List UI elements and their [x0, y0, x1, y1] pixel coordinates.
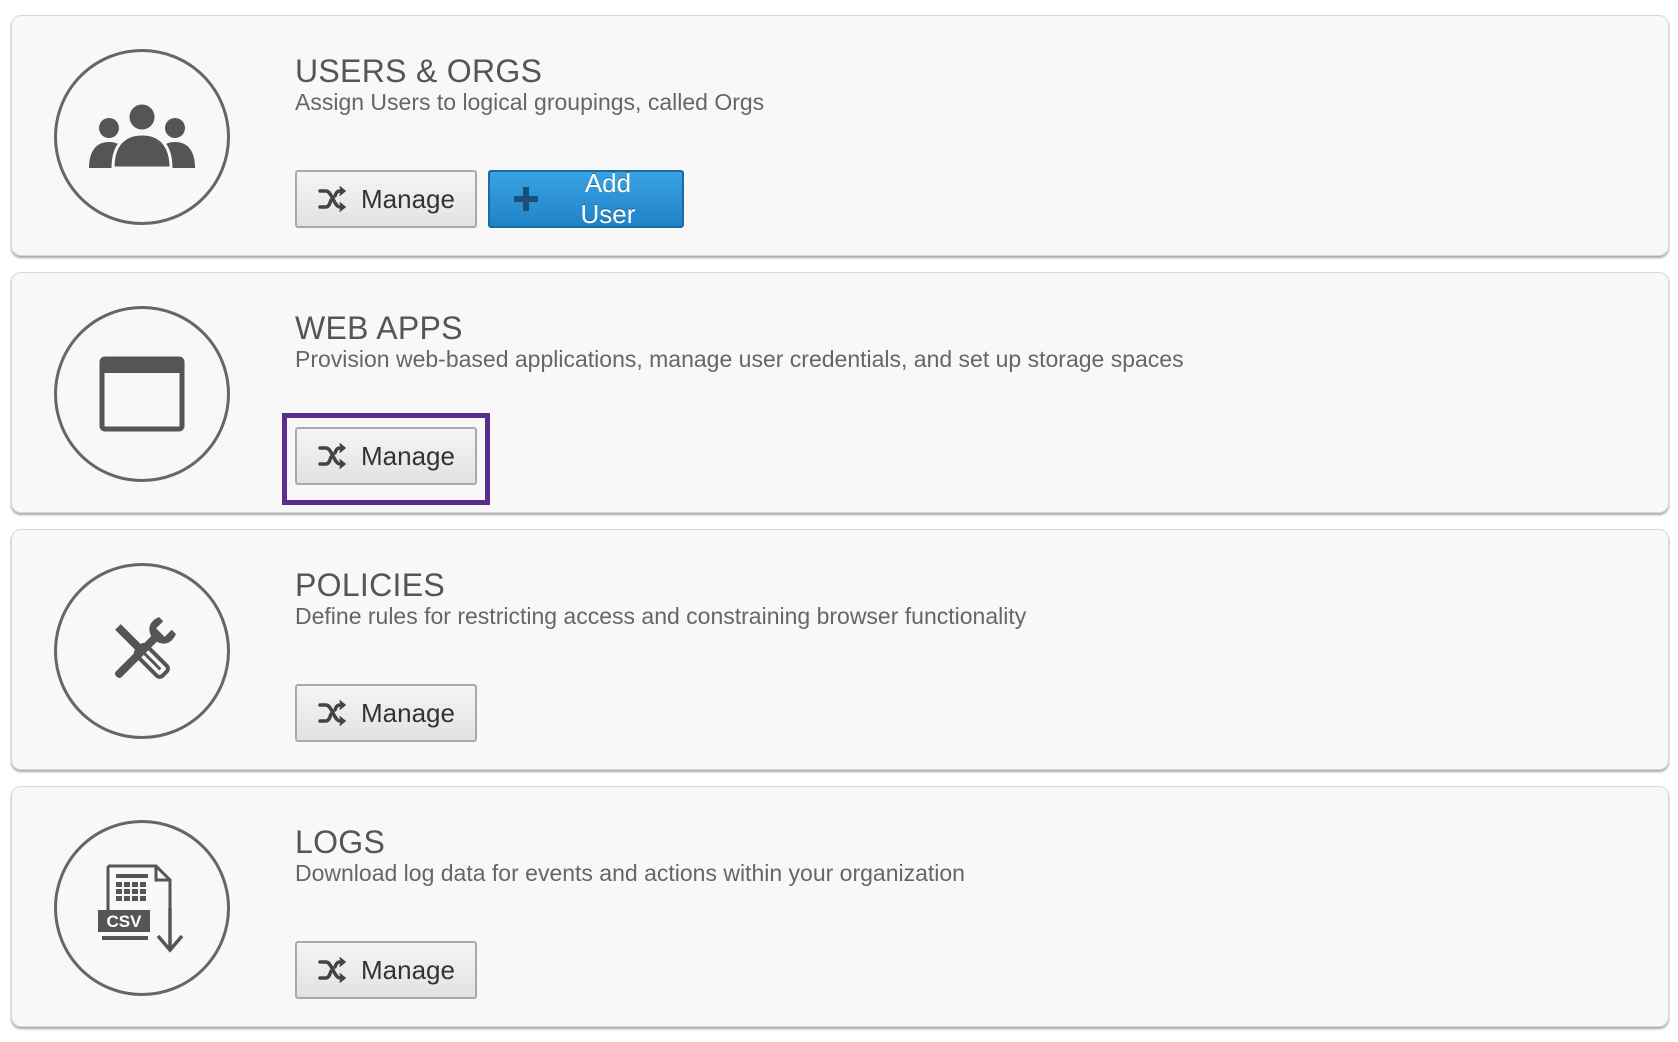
section-title: LOGS [295, 824, 386, 860]
manage-policies-button[interactable]: Manage [295, 684, 477, 742]
section-description: Assign Users to logical groupings, calle… [295, 89, 765, 115]
manage-logs-button[interactable]: Manage [295, 941, 477, 999]
section-actions: Manage [295, 427, 477, 485]
manage-label: Manage [361, 183, 455, 214]
section-title: USERS & ORGS [295, 53, 543, 89]
section-actions: Manage [295, 684, 477, 742]
section-web-apps: WEB APPS Provision web-based application… [11, 272, 1669, 513]
section-description: Download log data for events and actions… [295, 860, 965, 886]
browser-window-icon [54, 306, 230, 482]
shuffle-icon [317, 183, 349, 215]
add-user-label: Add User [580, 168, 636, 229]
section-actions: Manage [295, 941, 477, 999]
manage-label: Manage [361, 440, 455, 471]
manage-users-button[interactable]: Manage [295, 170, 477, 228]
section-policies: POLICIES Define rules for restricting ac… [11, 529, 1669, 770]
section-actions: Manage Add User [295, 168, 684, 229]
manage-web-apps-button[interactable]: Manage [295, 427, 477, 485]
csv-icon-text: CSV [107, 912, 143, 931]
plus-icon [510, 183, 542, 215]
shuffle-icon [317, 697, 349, 729]
section-title: WEB APPS [295, 310, 463, 346]
csv-download-icon: CSV [54, 820, 230, 996]
section-description: Define rules for restricting access and … [295, 603, 1027, 629]
section-users-orgs: USERS & ORGS Assign Users to logical gro… [11, 15, 1669, 256]
shuffle-icon [317, 954, 349, 986]
add-user-button[interactable]: Add User [488, 168, 684, 229]
section-logs: CSV LOGS Download log data for events an… [11, 786, 1669, 1027]
section-description: Provision web-based applications, manage… [295, 346, 1184, 372]
dashboard-page: USERS & ORGS Assign Users to logical gro… [0, 0, 1678, 1042]
manage-label: Manage [361, 697, 455, 728]
users-group-icon [54, 49, 230, 225]
section-title: POLICIES [295, 567, 446, 603]
manage-label: Manage [361, 954, 455, 985]
tools-icon [54, 563, 230, 739]
shuffle-icon [317, 440, 349, 472]
